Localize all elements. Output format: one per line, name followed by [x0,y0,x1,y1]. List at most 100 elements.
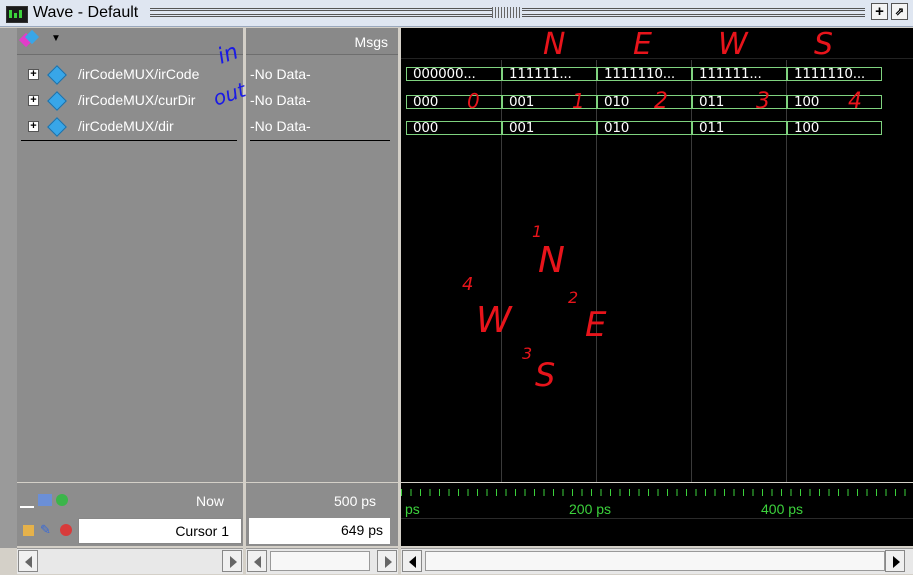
bus-segment[interactable]: 011 [692,94,787,110]
bus-segment[interactable]: 100 [787,120,882,136]
cursor-name-field[interactable]: Cursor 1 [78,518,242,544]
annotation-digit: 3 [756,89,770,114]
signal-msg: -No Data- [250,92,311,108]
title-bar: Wave - Default + ⇗ [0,0,913,27]
undock-button[interactable]: ⇗ [891,3,908,20]
signal-header: ▼ [17,28,243,55]
scroll-left-button[interactable] [247,550,267,572]
scroll-right-button[interactable] [377,550,397,572]
bus-value: 011 [699,94,725,110]
scroll-right-button[interactable] [222,550,242,572]
window-title: Wave - Default [33,4,139,21]
annotation-letter: E [633,27,652,62]
bus-segment[interactable]: 1111110... [597,66,692,82]
bus-segment[interactable]: 111111... [692,66,787,82]
bus-value: 000 [413,94,439,110]
drag-handle-icon[interactable] [492,7,522,18]
bus-segment[interactable]: 000 [406,120,502,136]
bus-value: 100 [794,94,820,110]
bus-segment[interactable]: 011 [692,120,787,136]
cursor-value-field[interactable]: 649 ps [249,518,390,544]
time-label: ps [405,501,420,517]
scroll-thumb[interactable] [270,551,370,571]
bus-segment[interactable]: 000 [406,94,502,110]
cursor-track [401,518,913,519]
left-gutter [0,28,17,548]
bus-value: 010 [604,94,630,110]
bus-value: 000 [413,120,439,136]
expand-icon[interactable]: + [28,95,39,106]
wave-scrollbar[interactable] [401,548,913,574]
bus-value: 111111... [509,66,572,82]
bus-value: 001 [509,94,535,110]
bus-value: 001 [509,120,535,136]
msgs-label: Msgs [354,34,388,50]
scroll-right-button[interactable] [885,550,905,572]
bus-value: 111111... [699,66,762,82]
bus-segment[interactable]: 010 [597,120,692,136]
now-value: 500 ps [334,493,377,509]
expand-icon[interactable]: + [28,69,39,80]
timeline-ruler[interactable]: ps 200 ps 400 ps [401,483,913,546]
annotation-letter: W [718,27,748,62]
msgs-divider [250,140,390,141]
annotation-digit: 2 [654,89,668,114]
compass-number: 2 [568,288,579,307]
add-window-button[interactable]: + [871,3,888,20]
cursor-value: 649 ps [340,522,383,538]
chevron-down-icon[interactable]: ▼ [51,33,61,44]
bus-segment[interactable]: 000000... [406,66,502,82]
remove-cursor-icon[interactable] [60,524,72,536]
wave-window-icon [6,6,28,23]
compass-number: 1 [532,222,543,241]
bus-segment[interactable]: 1111110... [787,66,882,82]
insertion-marker [21,140,237,141]
lock-icon[interactable] [23,525,34,536]
corner-filler [0,548,17,575]
bus-value: 011 [699,120,725,136]
msgs-pane-scrollbar[interactable] [246,548,398,574]
expand-icon[interactable]: + [28,121,39,132]
time-ticks [401,489,913,496]
now-label: Now [196,493,225,509]
wave-header [401,28,913,59]
add-cursor-icon[interactable] [56,494,68,506]
signal-name[interactable]: /irCodeMUX/irCode [78,66,199,82]
signal-msg: -No Data- [250,118,311,134]
bus-segment[interactable]: 100 [787,94,882,110]
signal-name[interactable]: /irCodeMUX/dir [78,118,174,134]
bus-segment[interactable]: 111111... [502,66,597,82]
annotation-digit: 4 [848,89,862,114]
signal-msg: -No Data- [250,66,311,82]
compass-north: N [538,240,565,281]
cursor-label: Cursor 1 [175,523,229,539]
scroll-left-button[interactable] [402,550,422,572]
waveform-icon[interactable] [20,494,34,508]
compass-number: 3 [522,344,533,363]
scroll-left-button[interactable] [18,550,38,572]
bus-segment[interactable]: 001 [502,120,597,136]
time-label: 200 ps [569,501,612,517]
name-pane-scrollbar[interactable] [17,548,243,574]
bus-value: 1111110... [604,66,675,82]
msgs-header: Msgs [246,28,398,55]
cursor-list-icon[interactable] [38,494,52,506]
compass-south: S [535,356,556,394]
bus-value: 1111110... [794,66,865,82]
scroll-thumb[interactable] [425,551,885,571]
compass-number: 4 [462,274,474,295]
compass-west: W [476,300,512,341]
bus-value: 010 [604,120,630,136]
bus-value: 100 [794,120,820,136]
pane-splitter[interactable] [243,28,246,548]
annotation-letter: N [543,27,566,62]
wrench-icon[interactable]: ✎ [40,523,54,537]
annotation-digit: 1 [572,89,585,113]
signal-name[interactable]: /irCodeMUX/curDir [78,92,195,108]
bus-value: 000000... [413,66,476,82]
wave-display-tail [881,28,913,482]
compass-east: E [585,305,607,345]
annotation-letter: S [814,27,834,62]
annotation-digit: 0 [467,89,480,113]
bus-segment[interactable]: 010 [597,94,692,110]
